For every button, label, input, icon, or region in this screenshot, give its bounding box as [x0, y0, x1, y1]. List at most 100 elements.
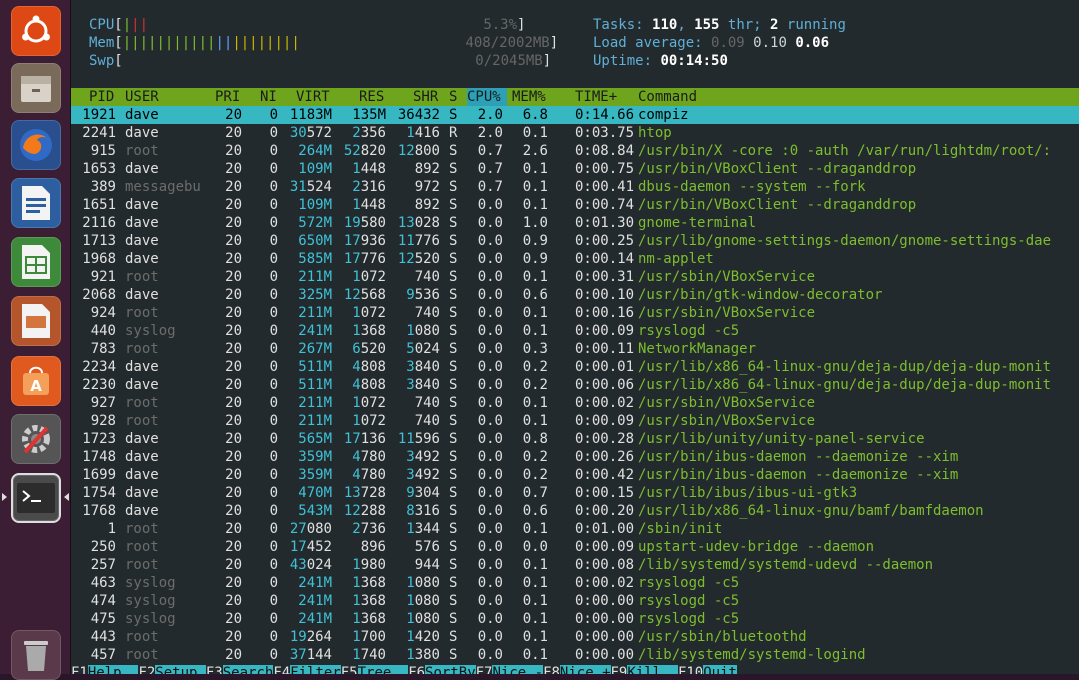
- terminal-icon[interactable]: [11, 473, 61, 523]
- htop-terminal[interactable]: CPU[||| 5.3%] Mem[||||||||||||||||||||| 40…: [71, 0, 1079, 674]
- fkey-action-sortby[interactable]: SortBy: [425, 665, 476, 674]
- process-row[interactable]: 443 root 20 0 19264 1700 1420 S 0.0 0.1 0:00.00/us…: [71, 628, 1079, 646]
- cell-ni: 0: [269, 251, 278, 267]
- files-icon[interactable]: [11, 63, 61, 113]
- process-row[interactable]: 2230 dave 20 0 511M 4808 3840 S 0.0 0.2 0:00.06/us…: [71, 376, 1079, 394]
- cell-pri: 20: [225, 467, 242, 483]
- cell-pid: 783: [90, 341, 116, 357]
- process-row[interactable]: 1768 dave 20 0 543M 12288 8316 S 0.0 0.6 0:00.20/u…: [71, 502, 1079, 520]
- process-row[interactable]: 2234 dave 20 0 511M 4808 3840 S 0.0 0.2 0:00.01/us…: [71, 358, 1079, 376]
- process-row[interactable]: 2241 dave 20 0 30572 2356 1416 R 2.0 0.1 0:03.75 ht…: [71, 124, 1079, 142]
- process-row[interactable]: 927 root 20 0 211M 1072 740 S 0.0 0.1 0:00.02/usr/…: [71, 394, 1079, 412]
- process-row[interactable]: 2116 dave 20 0 572M 19580 13028 S 0.0 1.0 0:01.30 g…: [71, 214, 1079, 232]
- process-row[interactable]: 1713 dave 20 0 650M 17936 11776 S 0.0 0.9 0:00.25/…: [71, 232, 1079, 250]
- software-center-icon[interactable]: A: [11, 356, 61, 406]
- cell-res: 1448: [352, 197, 386, 213]
- process-row[interactable]: 1653 dave 20 0 109M 1448 892 S 0.7 0.1 0:00.75/usr…: [71, 160, 1079, 178]
- cell-mem: 0.1: [522, 647, 548, 663]
- cell-ni: 0: [269, 323, 278, 339]
- process-row[interactable]: 2068 dave 20 0 325M 12568 9536 S 0.0 0.6 0:00.10/u…: [71, 286, 1079, 304]
- cell-pid: 1723: [82, 431, 116, 447]
- cell-user: syslog: [125, 575, 176, 591]
- cell-shr: 740: [414, 395, 440, 411]
- cell-pri: 20: [225, 503, 242, 519]
- process-row[interactable]: 924 root 20 0 211M 1072 740 S 0.0 0.1 0:00.16/usr/…: [71, 304, 1079, 322]
- fkey-action-search[interactable]: Search: [222, 665, 274, 674]
- trash-icon[interactable]: [11, 630, 61, 680]
- cell-mem: 0.8: [522, 431, 548, 447]
- col-ni[interactable]: NI: [260, 88, 277, 106]
- cell-cpu: 0.0: [477, 395, 503, 411]
- cell-pri: 20: [225, 323, 242, 339]
- col-cpu[interactable]: CPU%: [467, 88, 507, 106]
- process-row[interactable]: 257 root 20 0 43024 1980 944 S 0.0 0.1 0:00.08/lib…: [71, 556, 1079, 574]
- cell-cpu: 0.0: [477, 341, 503, 357]
- col-virt[interactable]: VIRT: [296, 88, 330, 106]
- process-row[interactable]: 440 syslog 20 0 241M 1368 1080 S 0.0 0.1 0:00.09 rs…: [71, 322, 1079, 340]
- col-command[interactable]: Command: [638, 88, 697, 106]
- fkey-f9: F9: [610, 665, 628, 674]
- cell-cmd: /usr/sbin/VBoxService: [638, 269, 816, 285]
- fkey-action-filter[interactable]: Filter: [290, 665, 341, 674]
- process-row[interactable]: 1968 dave 20 0 585M 17776 12520 S 0.0 0.9 0:00.14 n…: [71, 250, 1079, 268]
- process-row[interactable]: 474 syslog 20 0 241M 1368 1080 S 0.0 0.1 0:00.00 rs…: [71, 592, 1079, 610]
- col-time[interactable]: TIME+: [575, 88, 617, 106]
- fkey-action-tree[interactable]: Tree: [357, 665, 409, 674]
- cell-ni: 0: [269, 467, 278, 483]
- fkey-action-kill[interactable]: Kill: [627, 665, 678, 674]
- process-row[interactable]: 1754 dave 20 0 470M 13728 9304 S 0.0 0.7 0:00.15/u…: [71, 484, 1079, 502]
- col-shr[interactable]: SHR: [413, 88, 438, 106]
- mem-meter: Mem[||||||||||||||||||||| 408/2002MB]: [89, 35, 559, 51]
- process-row[interactable]: 463 syslog 20 0 241M 1368 1080 S 0.0 0.1 0:00.02 rs…: [71, 574, 1079, 592]
- fkey-action-quit[interactable]: Quit: [703, 665, 737, 674]
- cell-s: S: [449, 485, 458, 501]
- fkey-action-help[interactable]: Help: [87, 665, 139, 674]
- process-row[interactable]: 1921 dave 20 0 1183M 135M 36432 S 2.0 6.8 0:14.66 c…: [71, 106, 1079, 124]
- process-row[interactable]: 783 root 20 0 267M 6520 5024 S 0.0 0.3 0:00.11 Netw…: [71, 340, 1079, 358]
- process-row[interactable]: 1699 dave 20 0 359M 4780 3492 S 0.0 0.2 0:00.42/us…: [71, 466, 1079, 484]
- cell-s: S: [449, 269, 458, 285]
- col-mem[interactable]: MEM%: [512, 88, 546, 106]
- cpu-value: 5.3%: [483, 17, 518, 33]
- col-pid[interactable]: PID: [89, 88, 114, 106]
- fkey-action-setup[interactable]: Setup: [155, 665, 206, 674]
- libreoffice-impress-icon[interactable]: [11, 296, 61, 346]
- process-row[interactable]: 250 root 20 0 17452 896 576 S 0.0 0.0 0:00.09 upsta…: [71, 538, 1079, 556]
- process-row[interactable]: 457 root 20 0 37144 1740 1380 S 0.0 0.1 0:00.00/li…: [71, 646, 1079, 664]
- process-row[interactable]: 389 messagebu 20 0 31524 2316 972 S 0.7 0.1 0:00.4…: [71, 178, 1079, 196]
- cell-cpu: 0.0: [477, 323, 503, 339]
- col-user[interactable]: USER: [125, 88, 159, 106]
- cell-time: 0:01.00: [575, 521, 635, 537]
- process-row[interactable]: 1748 dave 20 0 359M 4780 3492 S 0.0 0.2 0:00.26/us…: [71, 448, 1079, 466]
- cell-user: dave: [125, 287, 159, 303]
- load-5min: 0.10: [753, 35, 787, 51]
- cell-pid: 463: [90, 575, 116, 591]
- cell-ni: 0: [269, 521, 278, 537]
- system-settings-icon[interactable]: [11, 414, 61, 464]
- cell-virt: 19264: [289, 629, 332, 645]
- libreoffice-calc-icon[interactable]: [11, 237, 61, 287]
- ubuntu-dash-icon[interactable]: [11, 6, 61, 56]
- col-res[interactable]: RES: [359, 88, 384, 106]
- cell-pid: 2241: [82, 125, 116, 141]
- fkey-action-nice-[interactable]: Nice -: [492, 665, 544, 674]
- process-row[interactable]: 1 root 20 0 27080 2736 1344 S 0.0 0.1 0:01.00/sbin…: [71, 520, 1079, 538]
- cell-time: 0:00.00: [575, 611, 635, 627]
- col-state[interactable]: S: [449, 88, 457, 106]
- libreoffice-writer-icon[interactable]: [11, 178, 61, 228]
- cell-res: 1072: [352, 305, 386, 321]
- process-row[interactable]: 928 root 20 0 211M 1072 740 S 0.0 0.1 0:00.09/usr/…: [71, 412, 1079, 430]
- process-row[interactable]: 1723 dave 20 0 565M 17136 11596 S 0.0 0.8 0:00.28/…: [71, 430, 1079, 448]
- cell-cmd: /usr/bin/X -core :0 -auth /var/run/light…: [638, 143, 1052, 159]
- cell-s: R: [449, 125, 458, 141]
- process-row[interactable]: 1651 dave 20 0 109M 1448 892 S 0.0 0.1 0:00.74/usr…: [71, 196, 1079, 214]
- cell-shr: 1080: [406, 593, 440, 609]
- cell-res: 12288: [343, 503, 386, 519]
- process-row[interactable]: 915 root 20 0 264M 52820 12800 S 0.7 2.6 0:08.84/u…: [71, 142, 1079, 160]
- firefox-icon[interactable]: [11, 120, 61, 170]
- process-row[interactable]: 921 root 20 0 211M 1072 740 S 0.0 0.1 0:00.31/usr/…: [71, 268, 1079, 286]
- fkey-action-nice-[interactable]: Nice +: [559, 665, 611, 674]
- process-row[interactable]: 475 syslog 20 0 241M 1368 1080 S 0.0 0.1 0:00.00 rs…: [71, 610, 1079, 628]
- cell-time: 0:00.25: [575, 233, 635, 249]
- col-pri[interactable]: PRI: [215, 88, 240, 106]
